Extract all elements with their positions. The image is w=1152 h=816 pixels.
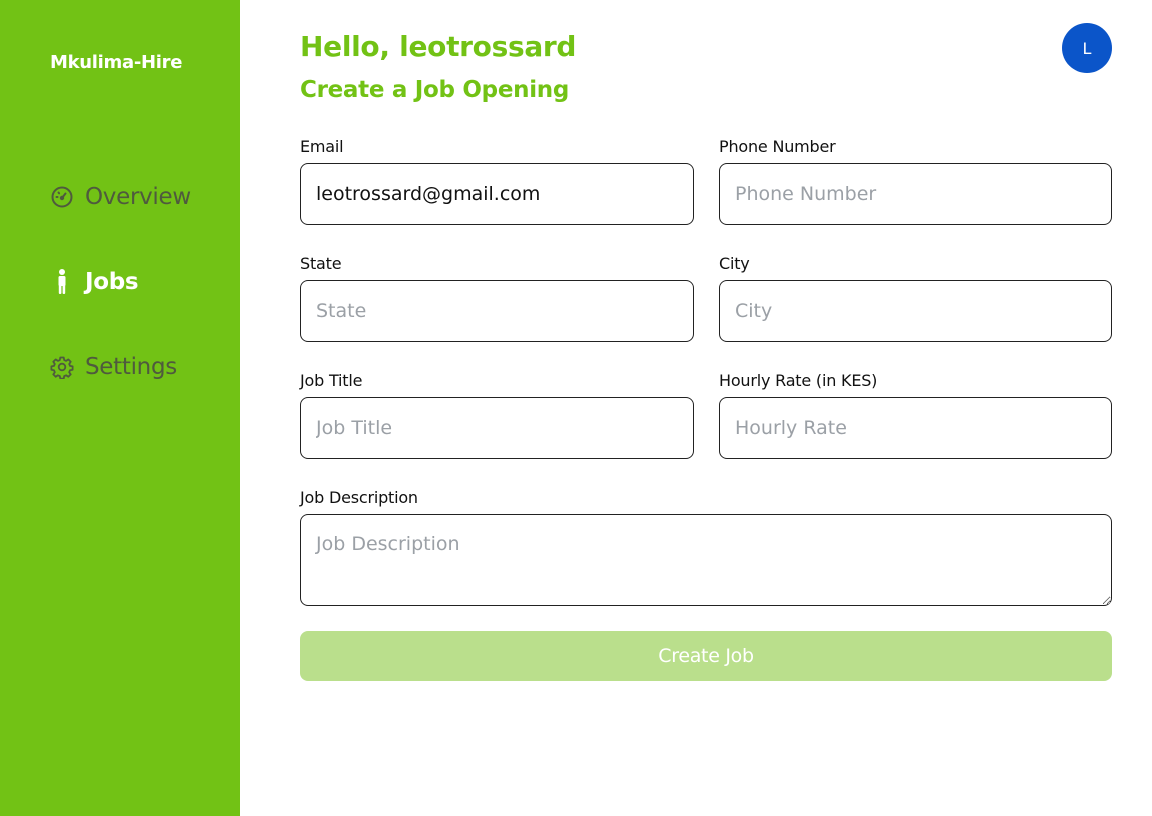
hourly-rate-label: Hourly Rate (in KES) <box>719 371 878 390</box>
sidebar-item-overview[interactable]: Overview <box>50 182 191 212</box>
sidebar-item-label: Jobs <box>85 269 139 295</box>
email-label: Email <box>300 137 344 156</box>
job-title-label: Job Title <box>300 371 363 390</box>
sidebar-item-label: Overview <box>85 184 191 210</box>
job-description-label: Job Description <box>300 488 418 507</box>
person-icon <box>50 269 74 294</box>
job-description-field[interactable] <box>300 514 1112 606</box>
brand-logo[interactable]: Mkulima-Hire <box>50 52 182 73</box>
greeting-heading: Hello, leotrossard <box>300 30 577 63</box>
state-field[interactable] <box>300 280 694 342</box>
hourly-rate-field[interactable] <box>719 397 1112 459</box>
create-job-button[interactable]: Create Job <box>300 631 1112 681</box>
state-label: State <box>300 254 342 273</box>
sidebar: Mkulima-Hire Overview Jobs Settings <box>0 0 240 816</box>
sidebar-item-label: Settings <box>85 354 177 380</box>
city-label: City <box>719 254 750 273</box>
sidebar-item-jobs[interactable]: Jobs <box>50 267 139 297</box>
gear-icon <box>50 355 74 379</box>
job-title-field[interactable] <box>300 397 694 459</box>
dashboard-gauge-icon <box>50 185 74 209</box>
page-title: Create a Job Opening <box>300 77 570 103</box>
phone-label: Phone Number <box>719 137 836 156</box>
city-field[interactable] <box>719 280 1112 342</box>
phone-field[interactable] <box>719 163 1112 225</box>
avatar[interactable]: L <box>1062 23 1112 73</box>
email-field[interactable] <box>300 163 694 225</box>
sidebar-item-settings[interactable]: Settings <box>50 352 177 382</box>
